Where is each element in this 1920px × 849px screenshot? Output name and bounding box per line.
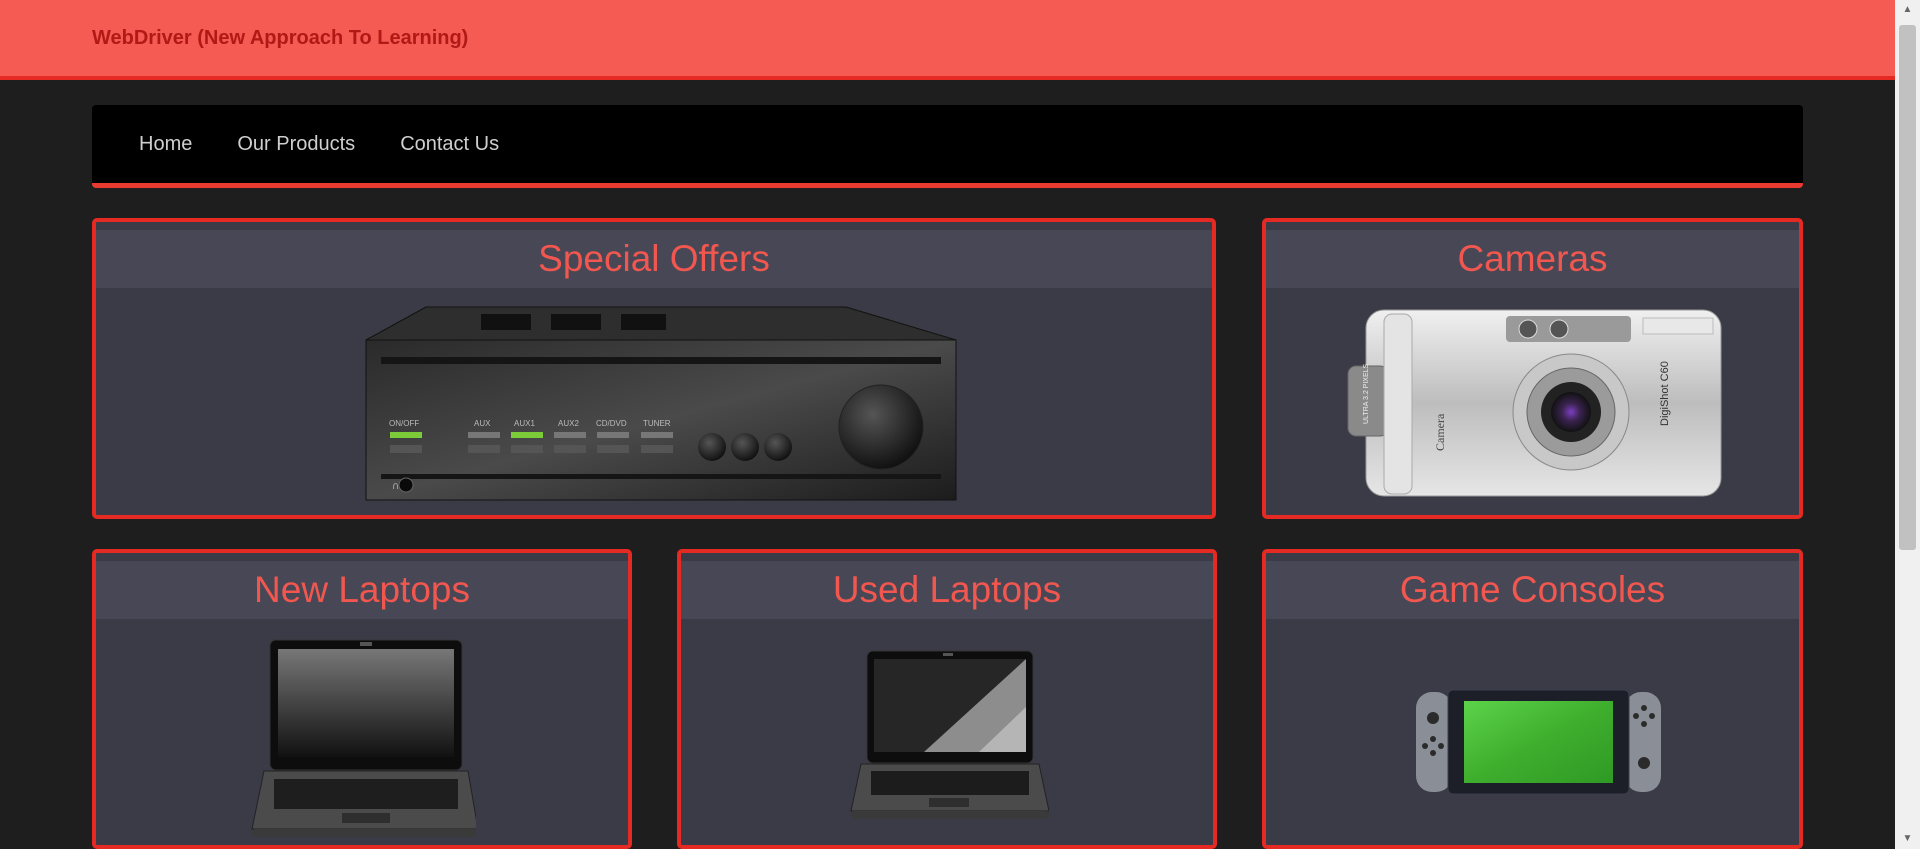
- new-laptop-image[interactable]: [246, 637, 476, 847]
- used-laptop-image[interactable]: [849, 649, 1049, 824]
- cameras-title[interactable]: Cameras: [1266, 230, 1799, 288]
- main-nav: Home Our Products Contact Us: [92, 105, 1803, 188]
- site-title[interactable]: WebDriver (New Approach To Learning): [92, 27, 468, 50]
- scroll-up-arrow-icon[interactable]: ▲: [1895, 0, 1920, 20]
- amp-label-tuner: TUNER: [643, 419, 671, 428]
- game-consoles-title[interactable]: Game Consoles: [1266, 561, 1799, 619]
- special-offers-title[interactable]: Special Offers: [96, 230, 1212, 288]
- camera-image[interactable]: Camera DigiShot C60 ULTRA 3.2 PIXELS: [1346, 306, 1726, 502]
- site-header: WebDriver (New Approach To Learning): [0, 0, 1895, 80]
- amp-label-aux: AUX: [474, 419, 491, 428]
- amp-label-cddvd: CD/DVD: [596, 419, 627, 428]
- camera-model-label: DigiShot C60: [1659, 361, 1671, 426]
- nav-item-home[interactable]: Home: [139, 133, 192, 156]
- amp-label-onoff: ON/OFF: [389, 419, 419, 428]
- nav-item-our-products[interactable]: Our Products: [237, 133, 355, 156]
- used-laptops-panel[interactable]: Used Laptops: [677, 549, 1217, 849]
- camera-feature-label: ULTRA 3.2 PIXELS: [1363, 363, 1370, 424]
- vertical-scrollbar[interactable]: ▲ ▼: [1895, 0, 1920, 849]
- scroll-down-arrow-icon[interactable]: ▼: [1895, 829, 1920, 849]
- amplifier-image[interactable]: ON/OFF AUX AUX1 AUX2 CD/DVD TUNER ∩: [356, 302, 966, 507]
- new-laptops-panel[interactable]: New Laptops: [92, 549, 632, 849]
- svg-text:∩: ∩: [392, 481, 399, 492]
- special-offers-panel[interactable]: Special Offers ON/OFF AUX AUX1 AUX2 CD/D…: [92, 218, 1216, 519]
- game-console-image[interactable]: [1416, 688, 1661, 796]
- amp-label-aux1: AUX1: [514, 419, 535, 428]
- camera-brand-label: Camera: [1433, 413, 1447, 451]
- amp-label-aux2: AUX2: [558, 419, 579, 428]
- used-laptops-title[interactable]: Used Laptops: [681, 561, 1213, 619]
- game-consoles-panel[interactable]: Game Consoles: [1262, 549, 1803, 849]
- scroll-thumb[interactable]: [1899, 25, 1916, 550]
- nav-item-contact-us[interactable]: Contact Us: [400, 133, 499, 156]
- cameras-panel[interactable]: Cameras Camera DigiShot C60 ULTRA 3.2 PI…: [1262, 218, 1803, 519]
- new-laptops-title[interactable]: New Laptops: [96, 561, 628, 619]
